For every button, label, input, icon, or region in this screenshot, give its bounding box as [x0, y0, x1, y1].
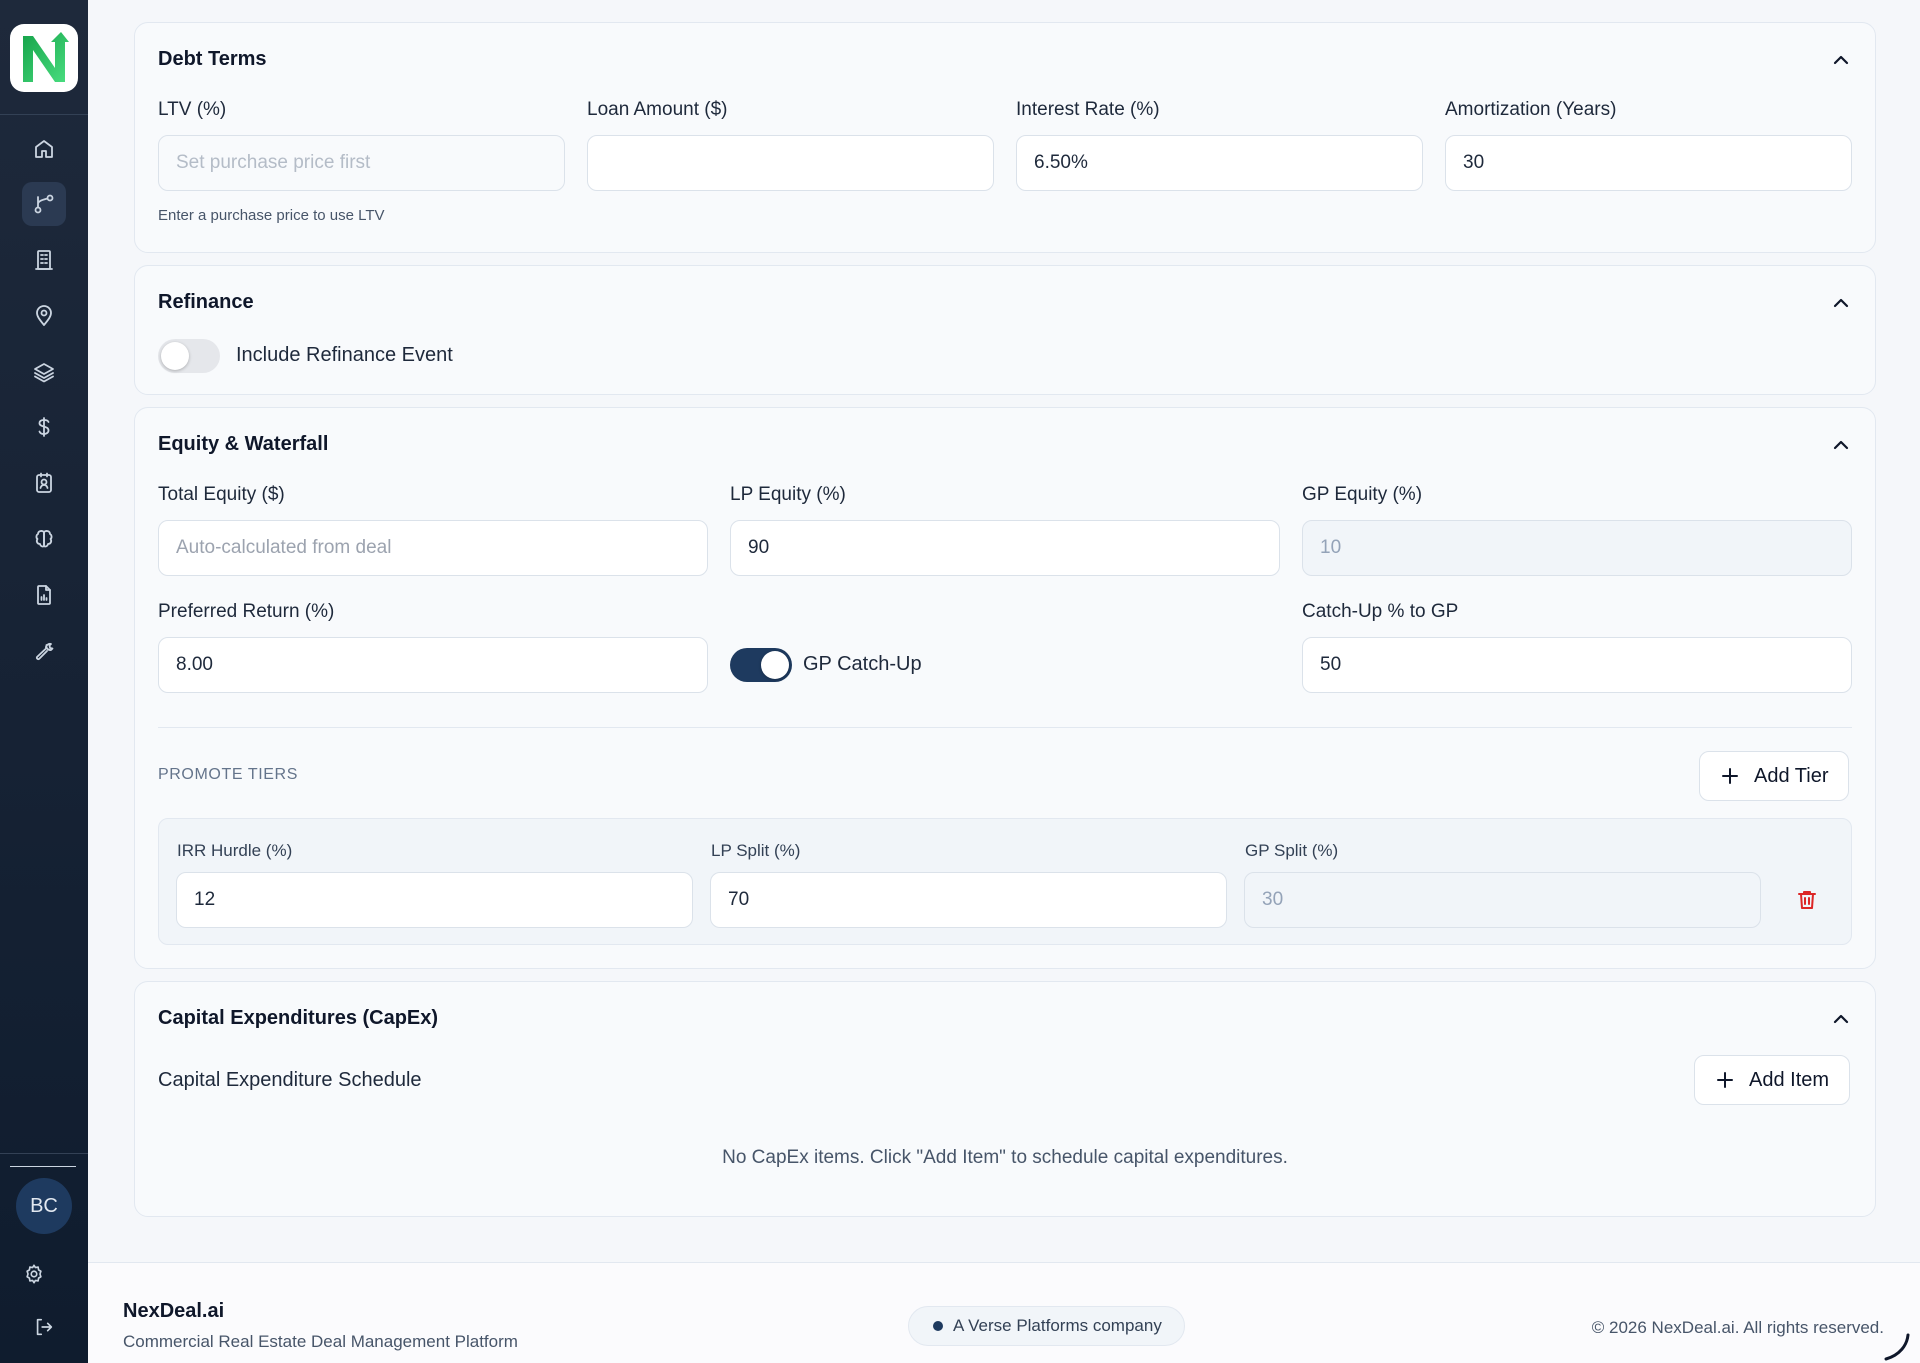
- trash-icon: [1798, 891, 1816, 909]
- promote-tier-row: IRR Hurdle (%) 12 LP Split (%) 70 GP Spl…: [158, 818, 1852, 945]
- chevron-up-icon: [1833, 55, 1849, 65]
- irr-hurdle-input[interactable]: 12: [176, 872, 693, 928]
- capex-empty-message: No CapEx items. Click "Add Item" to sche…: [722, 1147, 1288, 1168]
- toggle-knob: [761, 651, 789, 679]
- gear-icon: [26, 1264, 42, 1284]
- capex-title: Capital Expenditures (CapEx): [158, 1007, 439, 1029]
- chevron-up-icon: [1833, 1014, 1849, 1024]
- interest-rate-input[interactable]: 6.50%: [1016, 135, 1423, 191]
- logout-icon: [36, 1318, 53, 1336]
- dollar-icon: [38, 417, 50, 437]
- sidebar-divider: [0, 114, 88, 115]
- refinance-card: Refinance Include Refinance Event: [134, 265, 1876, 395]
- interest-rate-label: Interest Rate (%): [1016, 99, 1160, 120]
- nav-layers[interactable]: [22, 350, 66, 394]
- nav-finance[interactable]: [22, 405, 66, 449]
- map-pin-icon: [36, 305, 52, 326]
- gp-split-input: 30: [1244, 872, 1761, 928]
- total-equity-input[interactable]: Auto-calculated from deal: [158, 520, 708, 576]
- nav-locations[interactable]: [22, 294, 66, 338]
- report-icon: [37, 585, 51, 605]
- catchup-input[interactable]: 50: [1302, 637, 1852, 693]
- plus-icon: [1722, 768, 1738, 784]
- plus-icon: [1717, 1072, 1733, 1088]
- promote-divider: [158, 727, 1852, 728]
- equity-collapse[interactable]: [1831, 435, 1851, 455]
- gp-catchup-toggle[interactable]: [730, 648, 792, 682]
- chevron-up-icon: [1833, 298, 1849, 308]
- lp-equity-input[interactable]: 90: [730, 520, 1280, 576]
- nav-reports[interactable]: [22, 573, 66, 617]
- pref-return-input[interactable]: 8.00: [158, 637, 708, 693]
- add-tier-label: Add Tier: [1754, 764, 1829, 787]
- dot-icon: [933, 1321, 943, 1331]
- footer-tagline: Commercial Real Estate Deal Management P…: [123, 1332, 518, 1351]
- amortization-input[interactable]: 30: [1445, 135, 1852, 191]
- toggle-knob: [161, 342, 189, 370]
- lp-split-input[interactable]: 70: [710, 872, 1227, 928]
- irr-hurdle-label: IRR Hurdle (%): [177, 841, 293, 860]
- equity-waterfall-card: Equity & Waterfall Total Equity ($) Auto…: [134, 407, 1876, 969]
- sidebar: BC: [0, 0, 88, 1363]
- home-icon: [35, 140, 53, 158]
- refinance-toggle-label: Include Refinance Event: [236, 344, 453, 366]
- loading-spinner-icon: [1884, 1333, 1910, 1361]
- wrench-icon: [35, 642, 54, 661]
- settings-button[interactable]: [20, 1260, 48, 1288]
- footer-brand: NexDeal.ai: [123, 1300, 225, 1322]
- capex-collapse[interactable]: [1831, 1009, 1851, 1029]
- footer: NexDeal.ai Commercial Real Estate Deal M…: [88, 1262, 1920, 1363]
- add-item-label: Add Item: [1749, 1068, 1830, 1091]
- nav-ai[interactable]: [22, 517, 66, 561]
- debt-terms-card: Debt Terms LTV (%) Set purchase price fi…: [134, 22, 1876, 253]
- equity-title: Equity & Waterfall: [158, 433, 329, 455]
- nav-contacts[interactable]: [22, 461, 66, 505]
- debt-terms-title: Debt Terms: [158, 48, 267, 70]
- app-logo[interactable]: [10, 24, 78, 92]
- refinance-toggle[interactable]: [158, 339, 220, 373]
- refinance-title: Refinance: [158, 291, 254, 313]
- gp-split-label: GP Split (%): [1245, 841, 1339, 860]
- brain-icon: [35, 530, 53, 548]
- pref-return-label: Preferred Return (%): [158, 601, 335, 622]
- add-item-button[interactable]: Add Item: [1694, 1055, 1851, 1105]
- company-pill[interactable]: A Verse Platforms company: [908, 1306, 1185, 1346]
- lp-split-label: LP Split (%): [711, 841, 801, 860]
- promote-tiers-caption: PROMOTE TIERS: [158, 766, 298, 783]
- building-icon: [35, 250, 53, 270]
- sidebar-divider-bottom: [0, 1153, 88, 1154]
- ltv-label: LTV (%): [158, 99, 227, 120]
- refinance-collapse[interactable]: [1831, 293, 1851, 313]
- debt-terms-collapse[interactable]: [1831, 50, 1851, 70]
- capex-schedule-label: Capital Expenditure Schedule: [158, 1069, 422, 1091]
- catchup-label: Catch-Up % to GP: [1302, 601, 1459, 622]
- branch-icon: [34, 194, 54, 214]
- contact-icon: [36, 472, 52, 493]
- gp-catchup-label: GP Catch-Up: [803, 653, 922, 675]
- nav-home[interactable]: [22, 127, 66, 171]
- logout-button[interactable]: [30, 1313, 58, 1341]
- nav-deals[interactable]: [22, 182, 66, 226]
- amortization-label: Amortization (Years): [1445, 99, 1617, 120]
- chevron-up-icon: [1833, 440, 1849, 450]
- ltv-hint: Enter a purchase price to use LTV: [158, 207, 385, 224]
- avatar[interactable]: BC: [16, 1178, 72, 1234]
- layers-icon: [34, 363, 54, 383]
- ltv-input[interactable]: Set purchase price first: [158, 135, 565, 191]
- delete-tier-button[interactable]: [1795, 888, 1819, 912]
- capex-card: Capital Expenditures (CapEx) Capital Exp…: [134, 981, 1876, 1217]
- total-equity-label: Total Equity ($): [158, 484, 285, 505]
- logo-mark-icon: [23, 32, 69, 82]
- sidebar-divider-line: [10, 1166, 76, 1167]
- loan-amount-label: Loan Amount ($): [587, 99, 728, 120]
- nav-tools[interactable]: [22, 629, 66, 673]
- footer-copyright: © 2026 NexDeal.ai. All rights reserved.: [1591, 1318, 1884, 1337]
- gp-equity-label: GP Equity (%): [1302, 484, 1423, 505]
- add-tier-button[interactable]: Add Tier: [1699, 751, 1850, 801]
- loan-amount-input[interactable]: [587, 135, 994, 191]
- lp-equity-label: LP Equity (%): [730, 484, 846, 505]
- gp-equity-input: 10: [1302, 520, 1852, 576]
- company-pill-label: A Verse Platforms company: [953, 1316, 1162, 1335]
- nav-properties[interactable]: [22, 238, 66, 282]
